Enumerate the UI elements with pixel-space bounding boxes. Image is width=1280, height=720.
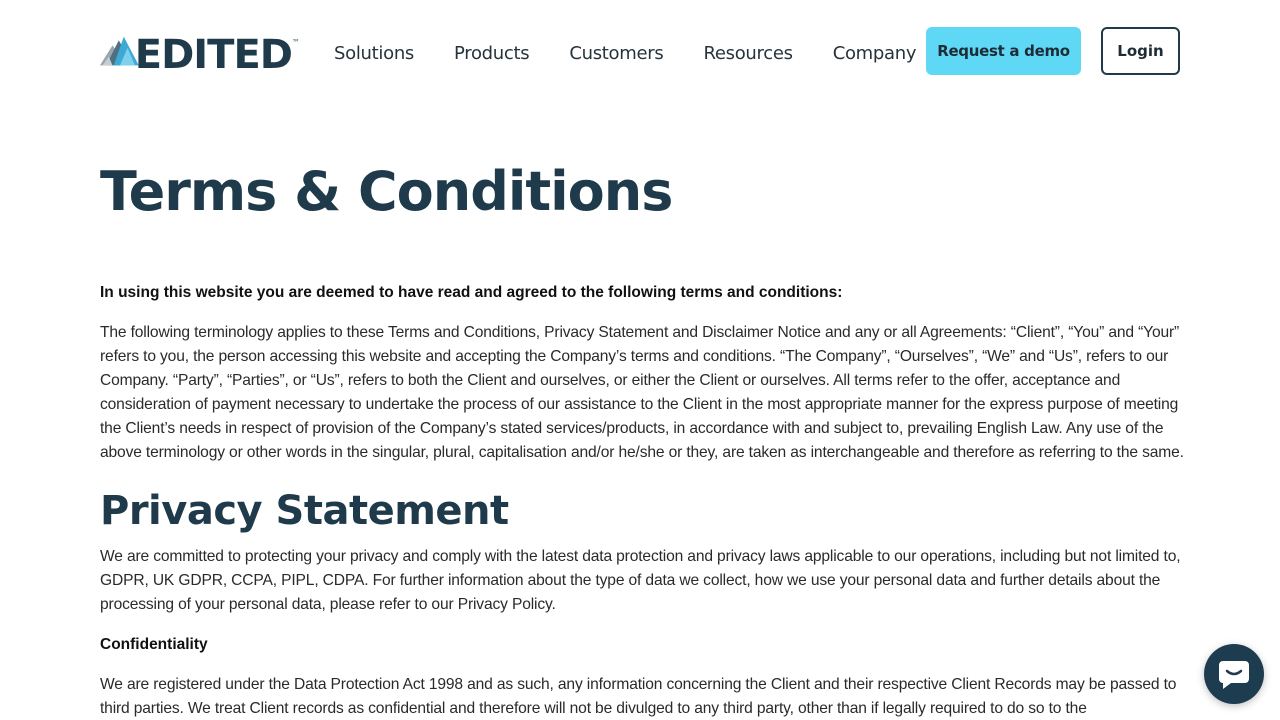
mountain-logo-icon xyxy=(100,36,139,66)
nav-item-solutions[interactable]: Solutions xyxy=(334,43,414,64)
main-content: Terms & Conditions In using this website… xyxy=(100,150,1185,720)
page: EDITED ™ Solutions Products Customers Re… xyxy=(0,0,1280,720)
nav-item-products[interactable]: Products xyxy=(454,43,530,64)
trademark-symbol: ™ xyxy=(292,38,300,47)
nav-item-company[interactable]: Company xyxy=(833,43,917,64)
privacy-paragraph: We are committed to protecting your priv… xyxy=(100,548,1181,613)
site-header: EDITED ™ Solutions Products Customers Re… xyxy=(0,0,1280,100)
terminology-paragraph: The following terminology applies to the… xyxy=(100,324,1184,461)
page-title: Terms & Conditions xyxy=(100,160,673,223)
privacy-heading: Privacy Statement xyxy=(100,488,509,534)
terms-lead: In using this website you are deemed to … xyxy=(100,284,843,301)
nav-item-customers[interactable]: Customers xyxy=(569,43,663,64)
brand-logo[interactable]: EDITED ™ xyxy=(100,28,300,78)
request-demo-button[interactable]: Request a demo xyxy=(926,27,1081,75)
confidentiality-heading: Confidentiality xyxy=(100,636,208,653)
main-nav: Solutions Products Customers Resources C… xyxy=(334,40,917,66)
logo-wordmark: EDITED xyxy=(134,32,293,78)
chat-launcher-button[interactable] xyxy=(1204,644,1264,704)
chat-bubble-icon xyxy=(1219,661,1249,689)
nav-item-resources[interactable]: Resources xyxy=(703,43,793,64)
confidentiality-paragraph: We are registered under the Data Protect… xyxy=(100,676,1177,717)
login-button[interactable]: Login xyxy=(1101,27,1180,75)
